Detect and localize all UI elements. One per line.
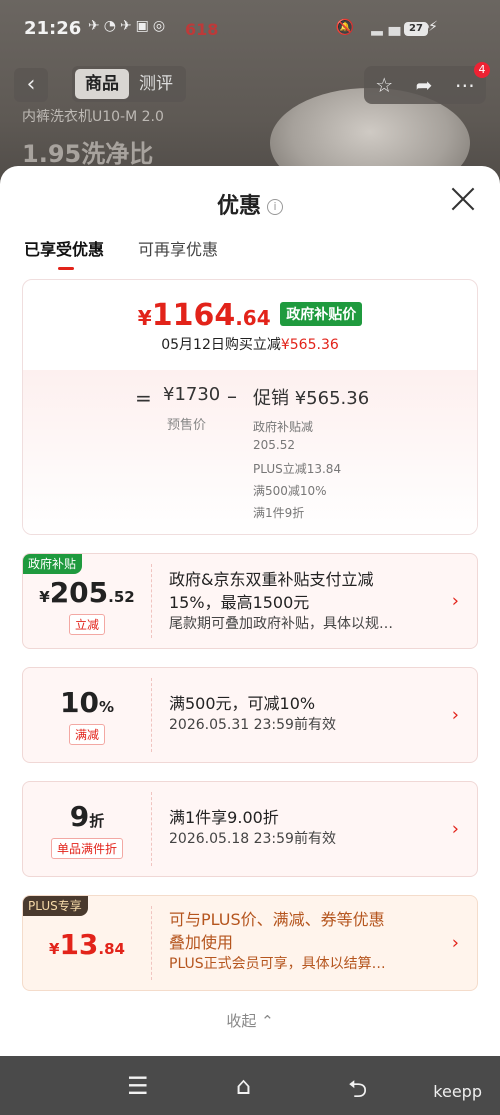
coupon-discount-rate[interactable]: 9折 单品满件折 满1件享9.00折 2026.05.18 23:59前有效 › [22, 781, 478, 877]
tab-review[interactable]: 测评 [129, 69, 183, 99]
charging-icon: ⚡ [428, 19, 438, 35]
coupon-amount: 10% [60, 686, 114, 719]
coupon-description: 可与PLUS价、满减、券等优惠 叠加使用 PLUS正式会员可享，具体以结算… [169, 910, 386, 972]
collapse-button[interactable]: 收起 ⌃ [0, 1010, 500, 1031]
product-tabs: 商品 测评 [72, 66, 186, 102]
status-time: 21:26 [24, 18, 82, 39]
back-button[interactable]: ‹ [14, 68, 48, 102]
coupon-description: 政府&京东双重补贴支付立减 15%，最高1500元 尾款期可叠加政府补贴，具体以… [169, 570, 393, 632]
coupon-divider [151, 792, 152, 866]
status-bar: 21:26 ✈◔✈▣◎ 618 🔕 ▂▄ ◠ 27 ⚡ [0, 0, 500, 60]
tab-product[interactable]: 商品 [75, 69, 129, 99]
purchase-date-discount: 05月12日购买立减¥565.36 [161, 337, 339, 353]
coupon-divider [151, 564, 152, 638]
coupon-description: 满1件享9.00折 2026.05.18 23:59前有效 [169, 808, 336, 847]
product-slogan: 1.95洗净比 [22, 140, 154, 168]
gov-subsidy-price-tag: 政府补贴价 [280, 302, 363, 326]
close-icon[interactable] [450, 186, 476, 212]
menu-icon[interactable]: ☰ [127, 1072, 149, 1100]
coupon-amount: 9折 [69, 800, 105, 833]
battery-icon: 27 [404, 22, 428, 36]
back-icon[interactable]: ⮌ [348, 1072, 367, 1113]
product-name: 内裤洗衣机U10-M 2.0 [22, 109, 164, 125]
tab-more-discounts[interactable]: 可再享优惠 [138, 236, 218, 260]
coupon-divider [151, 678, 152, 752]
minus-sign: – [227, 384, 237, 408]
chevron-right-icon: › [451, 818, 459, 840]
coupon-description: 满500元，可减10% 2026.05.31 23:59前有效 [169, 694, 336, 733]
info-icon[interactable]: i [267, 199, 283, 215]
coupon-amount: ¥13.84 [49, 928, 125, 961]
chevron-right-icon: › [451, 932, 459, 954]
chevron-right-icon: › [451, 590, 459, 612]
sheet-title-text: 优惠 [216, 194, 261, 219]
home-icon[interactable]: ⌂ [236, 1072, 251, 1100]
equals-sign: = [135, 386, 152, 410]
notification-icons: ✈◔✈▣◎ [88, 18, 170, 34]
promotion-total: 促销 ¥565.36 [253, 388, 370, 409]
coupon-type-tag: 单品满件折 [50, 838, 124, 859]
discount-sheet: 优惠 i 已享受优惠 可再享优惠 ¥1164.64 政府补贴价 05月12日购买立… [0, 166, 500, 1056]
coupon-full-reduction[interactable]: 10% 满减 满500元，可减10% 2026.05.31 23:59前有效 › [22, 667, 478, 763]
nav-label: keepp [433, 1082, 482, 1101]
presale-label: 预售价 [167, 418, 207, 433]
gov-subsidy-corner-tag: 政府补贴 [23, 554, 83, 574]
message-badge: 4 [474, 62, 490, 78]
plus-exclusive-corner-tag: PLUS专享 [23, 896, 88, 916]
star-icon[interactable]: ☆ [375, 73, 393, 97]
system-navigation-bar: ☰ ⌂ ⮌ keepp [0, 1056, 500, 1115]
promo-detail: 满500减10% [253, 484, 327, 498]
sheet-title: 优惠 i [0, 188, 500, 220]
more-icon[interactable]: ⋯ [455, 73, 475, 97]
chevron-left-icon: ‹ [26, 72, 36, 97]
promo-detail: 满1件9折 [253, 506, 305, 520]
presale-price: ¥1730 [163, 384, 221, 405]
coupon-amount: ¥205.52 [39, 576, 135, 609]
coupon-gov-subsidy[interactable]: 政府补贴 ¥205.52 立减 政府&京东双重补贴支付立减 15%，最高1500… [22, 553, 478, 649]
coupon-type-tag: 立减 [68, 614, 106, 635]
share-icon[interactable]: ➦ [416, 73, 433, 97]
final-price: ¥1164.64 政府补贴价 [23, 298, 477, 333]
price-breakdown-card: ¥1164.64 政府补贴价 05月12日购买立减¥565.36 = ¥1730… [22, 279, 478, 535]
promo-618-label: 618 [185, 20, 219, 39]
top-action-group: ☆ ➦ ⋯ 4 [364, 62, 490, 104]
chevron-right-icon: › [451, 704, 459, 726]
coupon-plus-exclusive[interactable]: PLUS专享 ¥13.84 可与PLUS价、满减、券等优惠 叠加使用 PLUS正… [22, 895, 478, 991]
promo-detail: 政府补贴减 [253, 420, 314, 434]
promo-detail: 205.52 [253, 438, 295, 452]
promo-detail: PLUS立减13.84 [253, 462, 342, 476]
coupon-divider [151, 906, 152, 980]
discount-tabs: 已享受优惠 可再享优惠 [24, 236, 218, 270]
tab-enjoyed-discounts[interactable]: 已享受优惠 [24, 236, 104, 270]
coupon-type-tag: 满减 [68, 724, 106, 745]
breakdown-background [23, 370, 477, 534]
